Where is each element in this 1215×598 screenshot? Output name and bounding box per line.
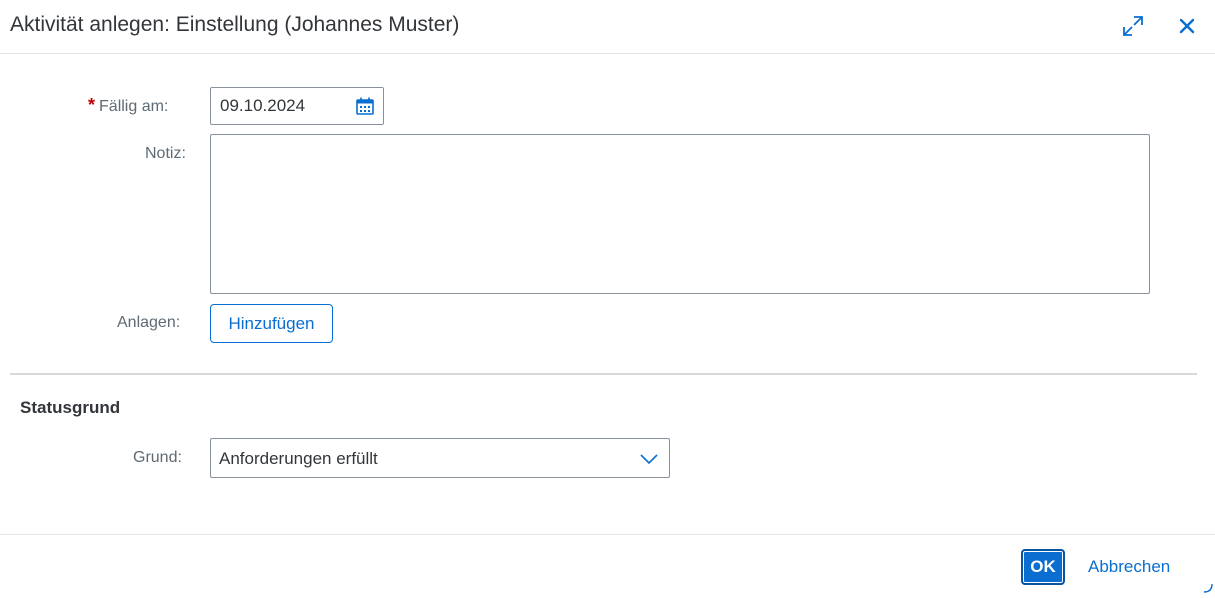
due-date-label-text: Fällig am: [99, 98, 169, 115]
due-date-value[interactable]: 09.10.2024 [220, 96, 305, 116]
reason-label: Grund: [133, 449, 182, 466]
close-icon[interactable] [1174, 13, 1200, 39]
chevron-down-icon[interactable] [639, 449, 659, 469]
expand-icon[interactable] [1120, 13, 1146, 39]
reason-selected-value[interactable]: Anforderungen erfüllt [219, 449, 378, 469]
dialog-title: Aktivität anlegen: Einstellung (Johannes… [10, 13, 460, 36]
required-marker: * [88, 95, 96, 115]
note-label: Notiz: [145, 145, 186, 162]
dialog-header: Aktivität anlegen: Einstellung (Johannes… [0, 0, 1215, 54]
ok-button[interactable]: OK [1021, 549, 1065, 585]
status-section-title: Statusgrund [20, 398, 121, 417]
calendar-icon[interactable] [353, 94, 377, 118]
resize-handle-icon[interactable] [1203, 580, 1213, 593]
reason-select[interactable]: Anforderungen erfüllt [210, 438, 670, 478]
due-date-input[interactable]: 09.10.2024 [210, 87, 384, 125]
note-textarea[interactable] [210, 134, 1150, 294]
section-divider [10, 373, 1197, 375]
attachments-label: Anlagen: [117, 314, 181, 331]
cancel-button[interactable]: Abbrechen [1078, 549, 1180, 585]
due-date-label: * Fällig am: [88, 95, 168, 116]
add-attachment-button[interactable]: Hinzufügen [210, 304, 333, 343]
dialog-footer: OK Abbrechen [0, 534, 1215, 593]
